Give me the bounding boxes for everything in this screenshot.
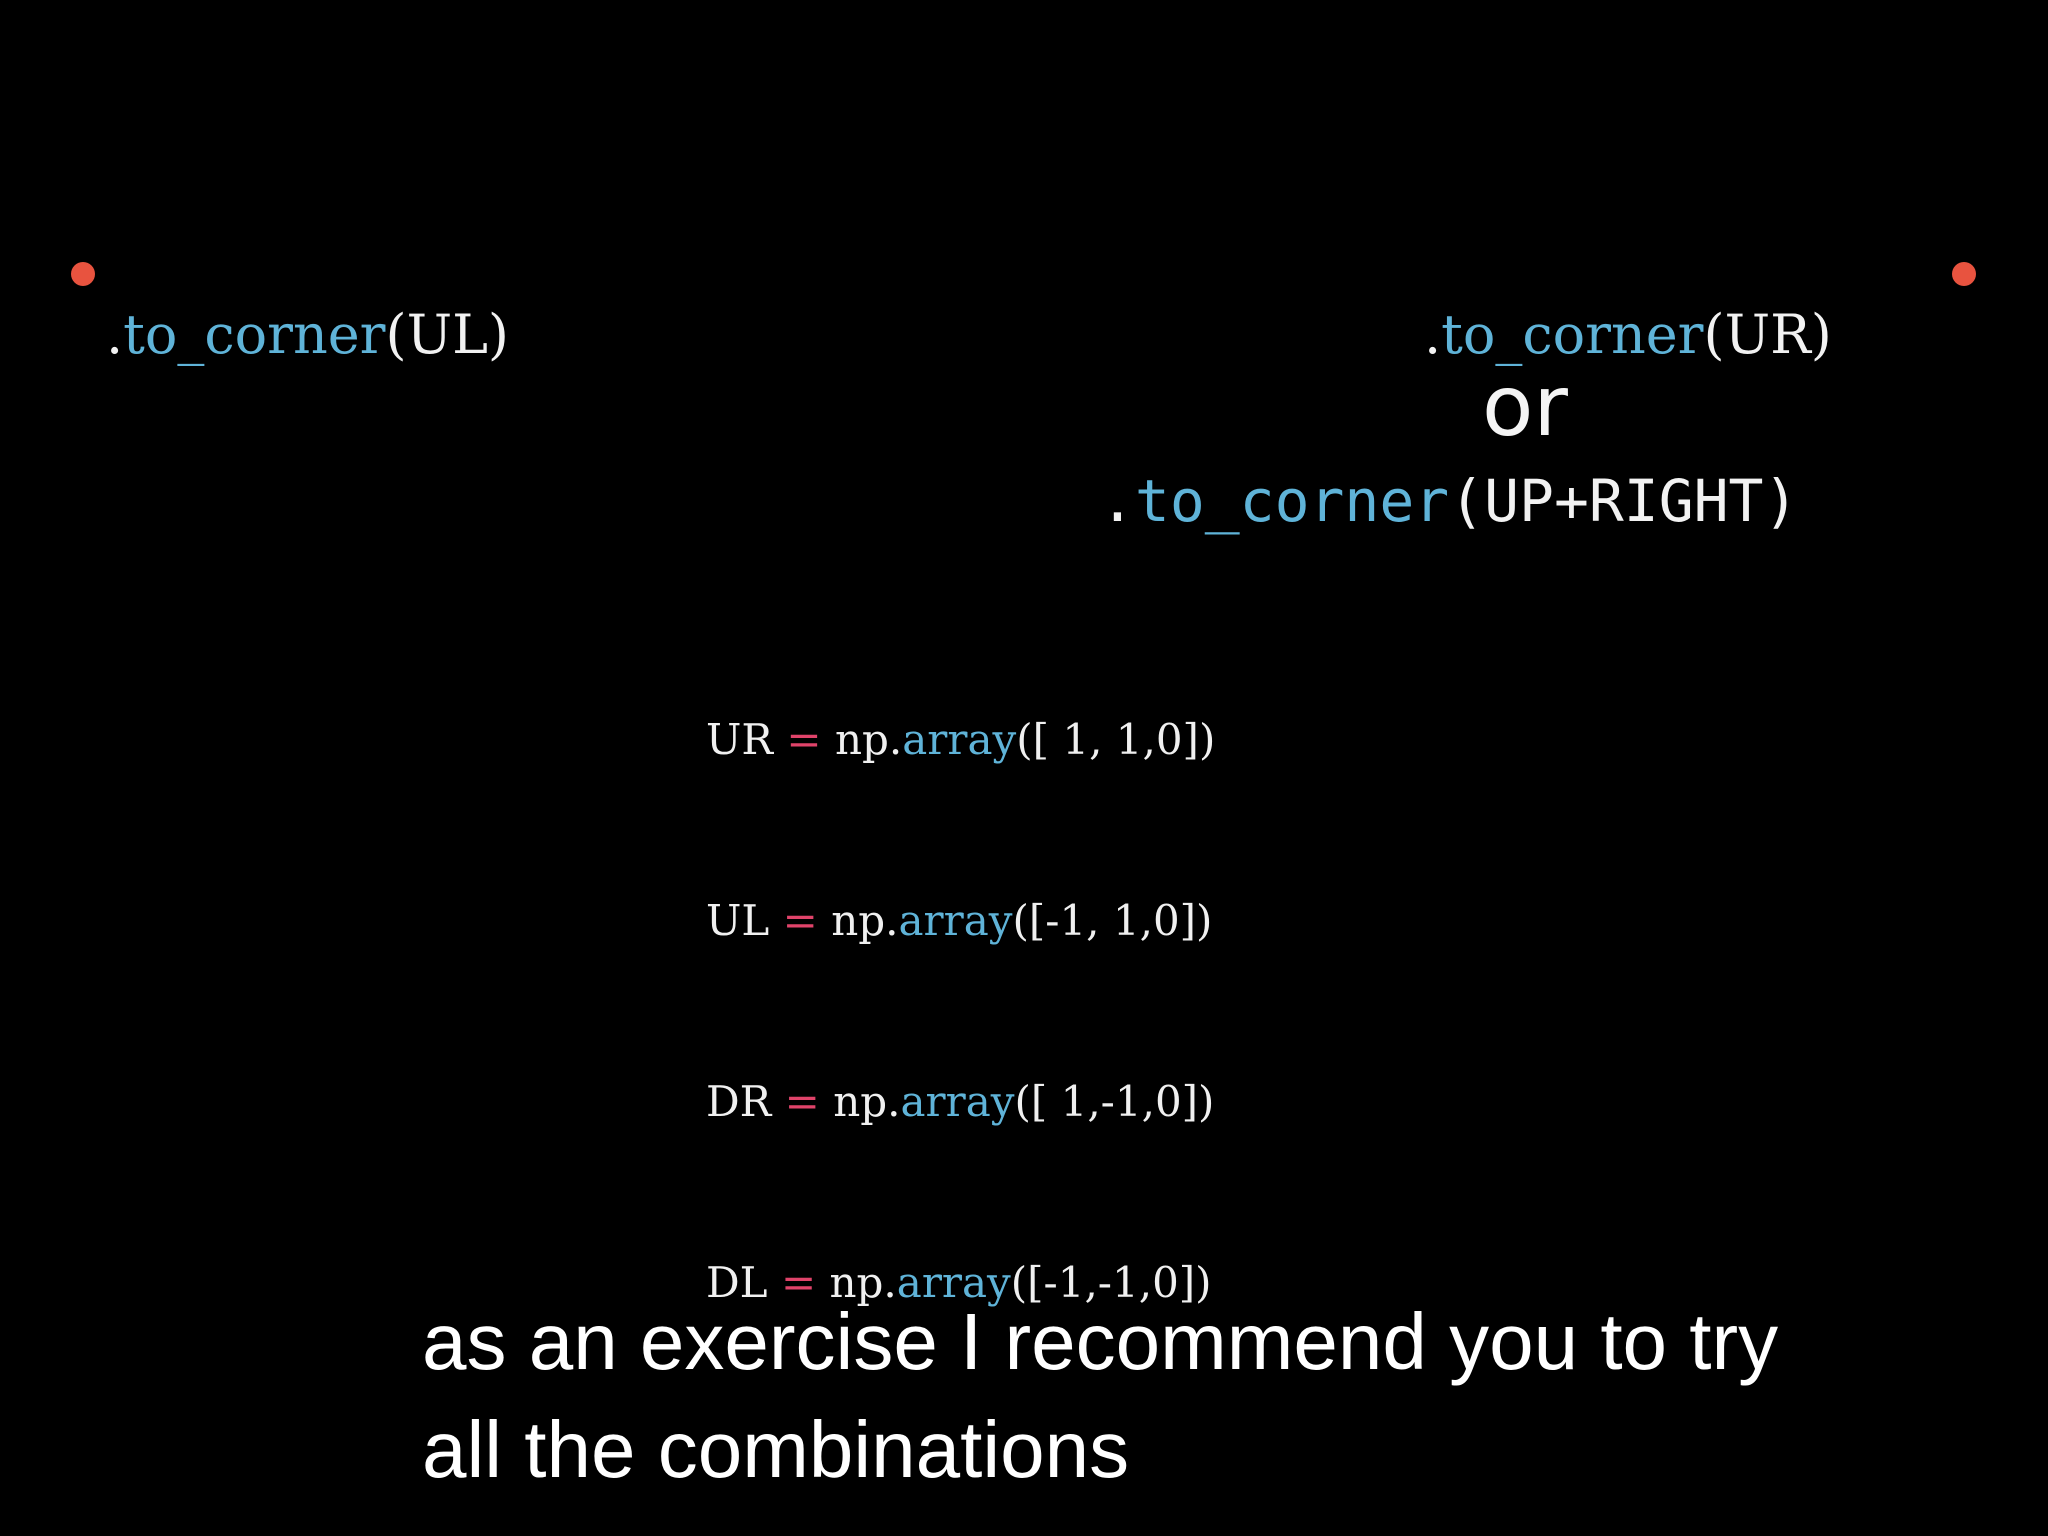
function-name: array bbox=[902, 715, 1017, 764]
constant-name: UL bbox=[706, 896, 770, 945]
code-line-ur: UR = np.array([ 1, 1,0]) bbox=[706, 712, 1215, 795]
code-line-dr: DR = np.array([ 1,-1,0]) bbox=[706, 1074, 1215, 1157]
call-prefix: . bbox=[1100, 467, 1135, 535]
to-corner-ul-call: .to_corner(UL) bbox=[106, 308, 509, 362]
call-args: (UP+RIGHT) bbox=[1449, 467, 1799, 535]
function-name: to_corner bbox=[123, 303, 386, 366]
array-args: ([ 1,-1,0]) bbox=[1014, 1077, 1215, 1126]
function-name: array bbox=[898, 896, 1013, 945]
call-args: (UL) bbox=[385, 303, 510, 366]
constant-name: UR bbox=[706, 715, 774, 764]
code-line-ul: UL = np.array([-1, 1,0]) bbox=[706, 893, 1215, 976]
equals-operator: = bbox=[786, 715, 822, 764]
call-args: (UR) bbox=[1703, 303, 1832, 366]
subtitle-line-2: all the combinations bbox=[422, 1405, 1130, 1494]
or-label: or bbox=[1482, 357, 1568, 455]
constant-name: DR bbox=[706, 1077, 772, 1126]
subtitle-line-1: as an exercise I recommend you to try bbox=[422, 1297, 1779, 1386]
equals-operator: = bbox=[784, 1077, 820, 1126]
function-name: to_corner bbox=[1441, 303, 1704, 366]
function-name: to_corner bbox=[1134, 467, 1450, 535]
module-prefix: np. bbox=[833, 1077, 901, 1126]
equals-operator: = bbox=[782, 896, 818, 945]
function-name: array bbox=[900, 1077, 1015, 1126]
array-args: ([-1, 1,0]) bbox=[1012, 896, 1213, 945]
call-prefix: . bbox=[106, 303, 124, 366]
module-prefix: np. bbox=[834, 715, 903, 764]
to-corner-up-right-call: .to_corner(UP+RIGHT) bbox=[1100, 472, 1798, 530]
array-args: ([ 1, 1,0]) bbox=[1016, 715, 1216, 764]
caption-subtitle: as an exercise I recommend you to try al… bbox=[422, 1288, 2022, 1504]
call-prefix: . bbox=[1424, 303, 1442, 366]
video-frame: .to_corner(UL) .to_corner(UR) or .to_cor… bbox=[0, 0, 2048, 1536]
to-corner-ur-call: .to_corner(UR) bbox=[1424, 308, 1832, 362]
upper-right-corner-dot bbox=[1952, 262, 1976, 286]
upper-left-corner-dot bbox=[71, 262, 95, 286]
module-prefix: np. bbox=[831, 896, 899, 945]
